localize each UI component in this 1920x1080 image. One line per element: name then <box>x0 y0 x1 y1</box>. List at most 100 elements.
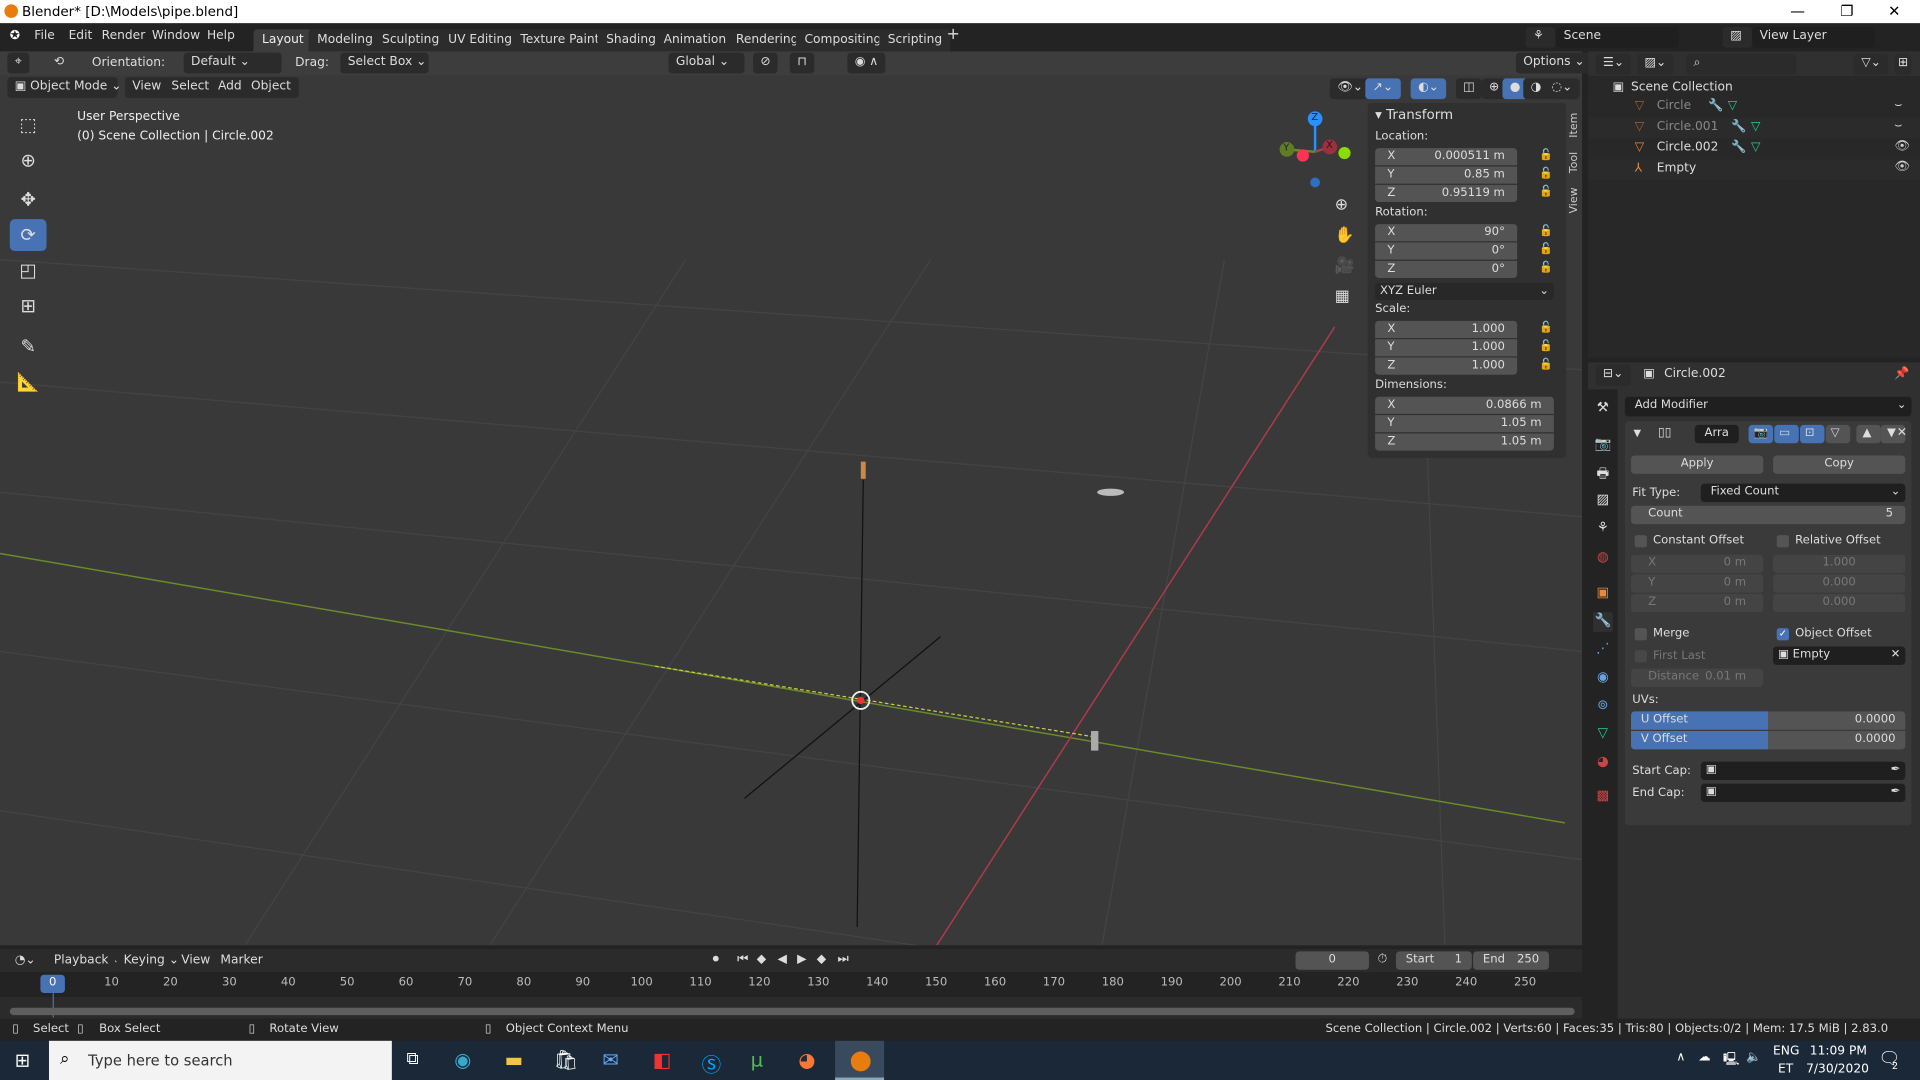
scale-y-field[interactable]: Y 1.000 <box>1375 339 1518 357</box>
remove-modifier-icon[interactable]: ✕ <box>1897 426 1907 439</box>
outliner-row[interactable]: ▽ Circle.002 🔧 ▽ 👁 <box>1588 138 1920 160</box>
mode-dropdown[interactable]: ▣ Object Mode ⌄ <box>7 77 121 98</box>
editor-type-icon[interactable]: ◔⌄ <box>7 951 43 973</box>
scene-tab-icon[interactable]: ⚘ <box>1593 519 1613 539</box>
pin-icon[interactable]: 📌 <box>1894 367 1909 380</box>
transform-orientation-dropdown[interactable]: Global ⌄ <box>668 52 745 74</box>
clock-date[interactable]: 7/30/2020 <box>1806 1063 1869 1076</box>
view-layer-filter-icon[interactable]: ▨⌄ <box>1637 53 1674 75</box>
tab-layout[interactable]: Layout <box>253 29 313 53</box>
mesh-data-icon[interactable]: ▽ <box>1728 99 1737 112</box>
scene-collection-label[interactable]: Scene Collection <box>1631 81 1733 94</box>
merge-checkbox[interactable] <box>1634 628 1647 641</box>
modifier-icon[interactable]: 🔧 <box>1731 141 1746 154</box>
hidden-eye-icon[interactable]: ⌣ <box>1894 98 1902 111</box>
menu-file[interactable]: File <box>34 29 54 42</box>
menu-help[interactable]: Help <box>207 29 235 42</box>
lock-icon[interactable]: 🔓 <box>1539 262 1553 274</box>
count-field[interactable]: Count 5 <box>1631 505 1906 525</box>
transform-panel-header[interactable]: ▾ Transform <box>1375 107 1453 123</box>
play-icon[interactable]: ▶ <box>797 953 806 966</box>
modifier-name-field[interactable]: Arra <box>1694 424 1739 444</box>
relative-offset-field[interactable]: 0.000 <box>1773 574 1906 593</box>
edge-icon[interactable]: ◉ <box>454 1048 471 1071</box>
visibility-selectability-icon[interactable]: 👁⌄ <box>1329 78 1371 100</box>
dimensions-z-field[interactable]: Z 1.05 m <box>1375 433 1554 451</box>
tab-modeling[interactable]: Modeling <box>308 29 382 53</box>
shading-rendered-icon[interactable]: ◌⌄ <box>1544 78 1580 100</box>
add-workspace-icon[interactable]: + <box>947 26 960 44</box>
texture-tab-icon[interactable]: ▩ <box>1593 787 1613 807</box>
tool-tab-icon[interactable]: ⚒ <box>1593 399 1613 419</box>
object-tab-icon[interactable]: ▣ <box>1593 584 1613 604</box>
apply-button[interactable]: Apply <box>1631 455 1764 474</box>
constant-offset-y-field[interactable]: Y 0 m <box>1631 574 1764 593</box>
world-tab-icon[interactable]: ◍ <box>1593 549 1613 569</box>
distance-field[interactable]: Distance 0.01 m <box>1631 668 1764 687</box>
current-frame-field[interactable]: 0 <box>1295 951 1369 970</box>
drag-dropdown[interactable]: Select Box ⌄ <box>340 52 429 74</box>
constant-offset-z-field[interactable]: Z 0 m <box>1631 593 1764 613</box>
editmode-toggle-icon[interactable]: ⊡ <box>1800 424 1825 444</box>
maximize-button[interactable]: ❐ <box>1840 2 1853 19</box>
new-collection-icon[interactable]: ⊞ <box>1894 53 1912 75</box>
network-icon[interactable]: 🖳 <box>1723 1051 1739 1072</box>
record-icon[interactable]: ⏺ <box>713 953 719 966</box>
blender-menu-icon[interactable]: ✪ <box>10 29 20 42</box>
onedrive-icon[interactable]: ☁ <box>1698 1051 1710 1064</box>
rotation-x-field[interactable]: X 90° <box>1375 224 1518 242</box>
grid-perspective-icon[interactable]: ▦ <box>1335 288 1350 306</box>
modifier-icon[interactable]: 🔧 <box>1708 99 1723 112</box>
scale-x-field[interactable]: X 1.000 <box>1375 320 1518 338</box>
measure-tool-icon[interactable]: 📐 <box>10 366 47 398</box>
start-cap-field[interactable]: ▣ ✒ <box>1700 761 1906 781</box>
viewport-toggle-icon[interactable]: ▭ <box>1774 424 1799 444</box>
scene-name-field[interactable]: Scene <box>1556 26 1679 48</box>
tab-item[interactable]: Item <box>1569 113 1582 138</box>
fit-type-dropdown[interactable]: Fixed Count ⌄ <box>1700 483 1906 503</box>
tab-view[interactable]: View <box>1569 187 1582 213</box>
eyedropper-icon[interactable]: ✒ <box>1891 785 1901 798</box>
windows-start-icon[interactable]: ⊞ <box>15 1049 30 1071</box>
copy-button[interactable]: Copy <box>1773 455 1906 474</box>
proportional-edit-icon[interactable]: ◉ ∧ <box>847 52 886 74</box>
transform-tool-icon[interactable]: ⊞ <box>10 290 47 322</box>
tab-compositing[interactable]: Compositing <box>795 29 890 53</box>
scale-z-field[interactable]: Z 1.000 <box>1375 357 1518 375</box>
relative-offset-field[interactable]: 0.000 <box>1773 593 1906 613</box>
u-offset-slider[interactable]: U Offset 0.0000 <box>1631 711 1906 730</box>
move-up-icon[interactable]: ▲ <box>1856 424 1881 444</box>
tab-scripting[interactable]: Scripting <box>879 29 951 53</box>
menu-select[interactable]: Select <box>164 77 217 98</box>
editor-type-icon[interactable]: ⊟⌄ <box>1595 364 1631 386</box>
filter-icon[interactable]: ▽⌄ <box>1853 53 1889 75</box>
material-tab-icon[interactable]: ◕ <box>1593 753 1613 773</box>
menu-view[interactable]: View <box>124 77 169 98</box>
file-explorer-icon[interactable]: ▬ <box>504 1048 523 1071</box>
dimensions-y-field[interactable]: Y 1.05 m <box>1375 415 1554 433</box>
keying-menu[interactable]: Keying ⌄ <box>116 951 187 973</box>
v-offset-slider[interactable]: V Offset 0.0000 <box>1631 731 1906 750</box>
rotation-mode-dropdown[interactable]: XYZ Euler ⌄ <box>1375 282 1554 301</box>
zoom-icon[interactable]: ⊕ <box>1335 196 1348 214</box>
menu-marker[interactable]: Marker <box>220 954 262 967</box>
eye-icon[interactable]: 👁 <box>1894 140 1910 153</box>
play-reverse-icon[interactable]: ◀ <box>778 953 787 966</box>
data-tab-icon[interactable]: ▽ <box>1593 725 1613 745</box>
tab-texture-paint[interactable]: Texture Paint <box>511 29 608 53</box>
task-view-icon[interactable]: ⧉ <box>407 1049 419 1069</box>
lock-icon[interactable]: 🔓 <box>1539 244 1553 256</box>
menu-view[interactable]: View <box>181 954 210 967</box>
xray-toggle-icon[interactable]: ◫ <box>1455 78 1483 100</box>
camera-icon[interactable]: 🎥 <box>1335 257 1355 275</box>
menu-object[interactable]: Object <box>243 77 299 98</box>
hidden-eye-icon[interactable]: ⌣ <box>1894 119 1902 132</box>
volume-icon[interactable]: 🔈 <box>1746 1051 1761 1064</box>
timeline-scrollbar[interactable] <box>9 1007 1575 1016</box>
location-z-field[interactable]: Z 0.95119 m <box>1375 184 1518 203</box>
view-layer-field[interactable]: View Layer <box>1752 26 1875 48</box>
scale-tool-icon[interactable]: ◰ <box>10 255 47 287</box>
prev-keyframe-icon[interactable]: ◆ <box>757 953 766 966</box>
lock-icon[interactable]: 🔓 <box>1539 340 1553 352</box>
lock-icon[interactable]: 🔓 <box>1539 359 1553 371</box>
